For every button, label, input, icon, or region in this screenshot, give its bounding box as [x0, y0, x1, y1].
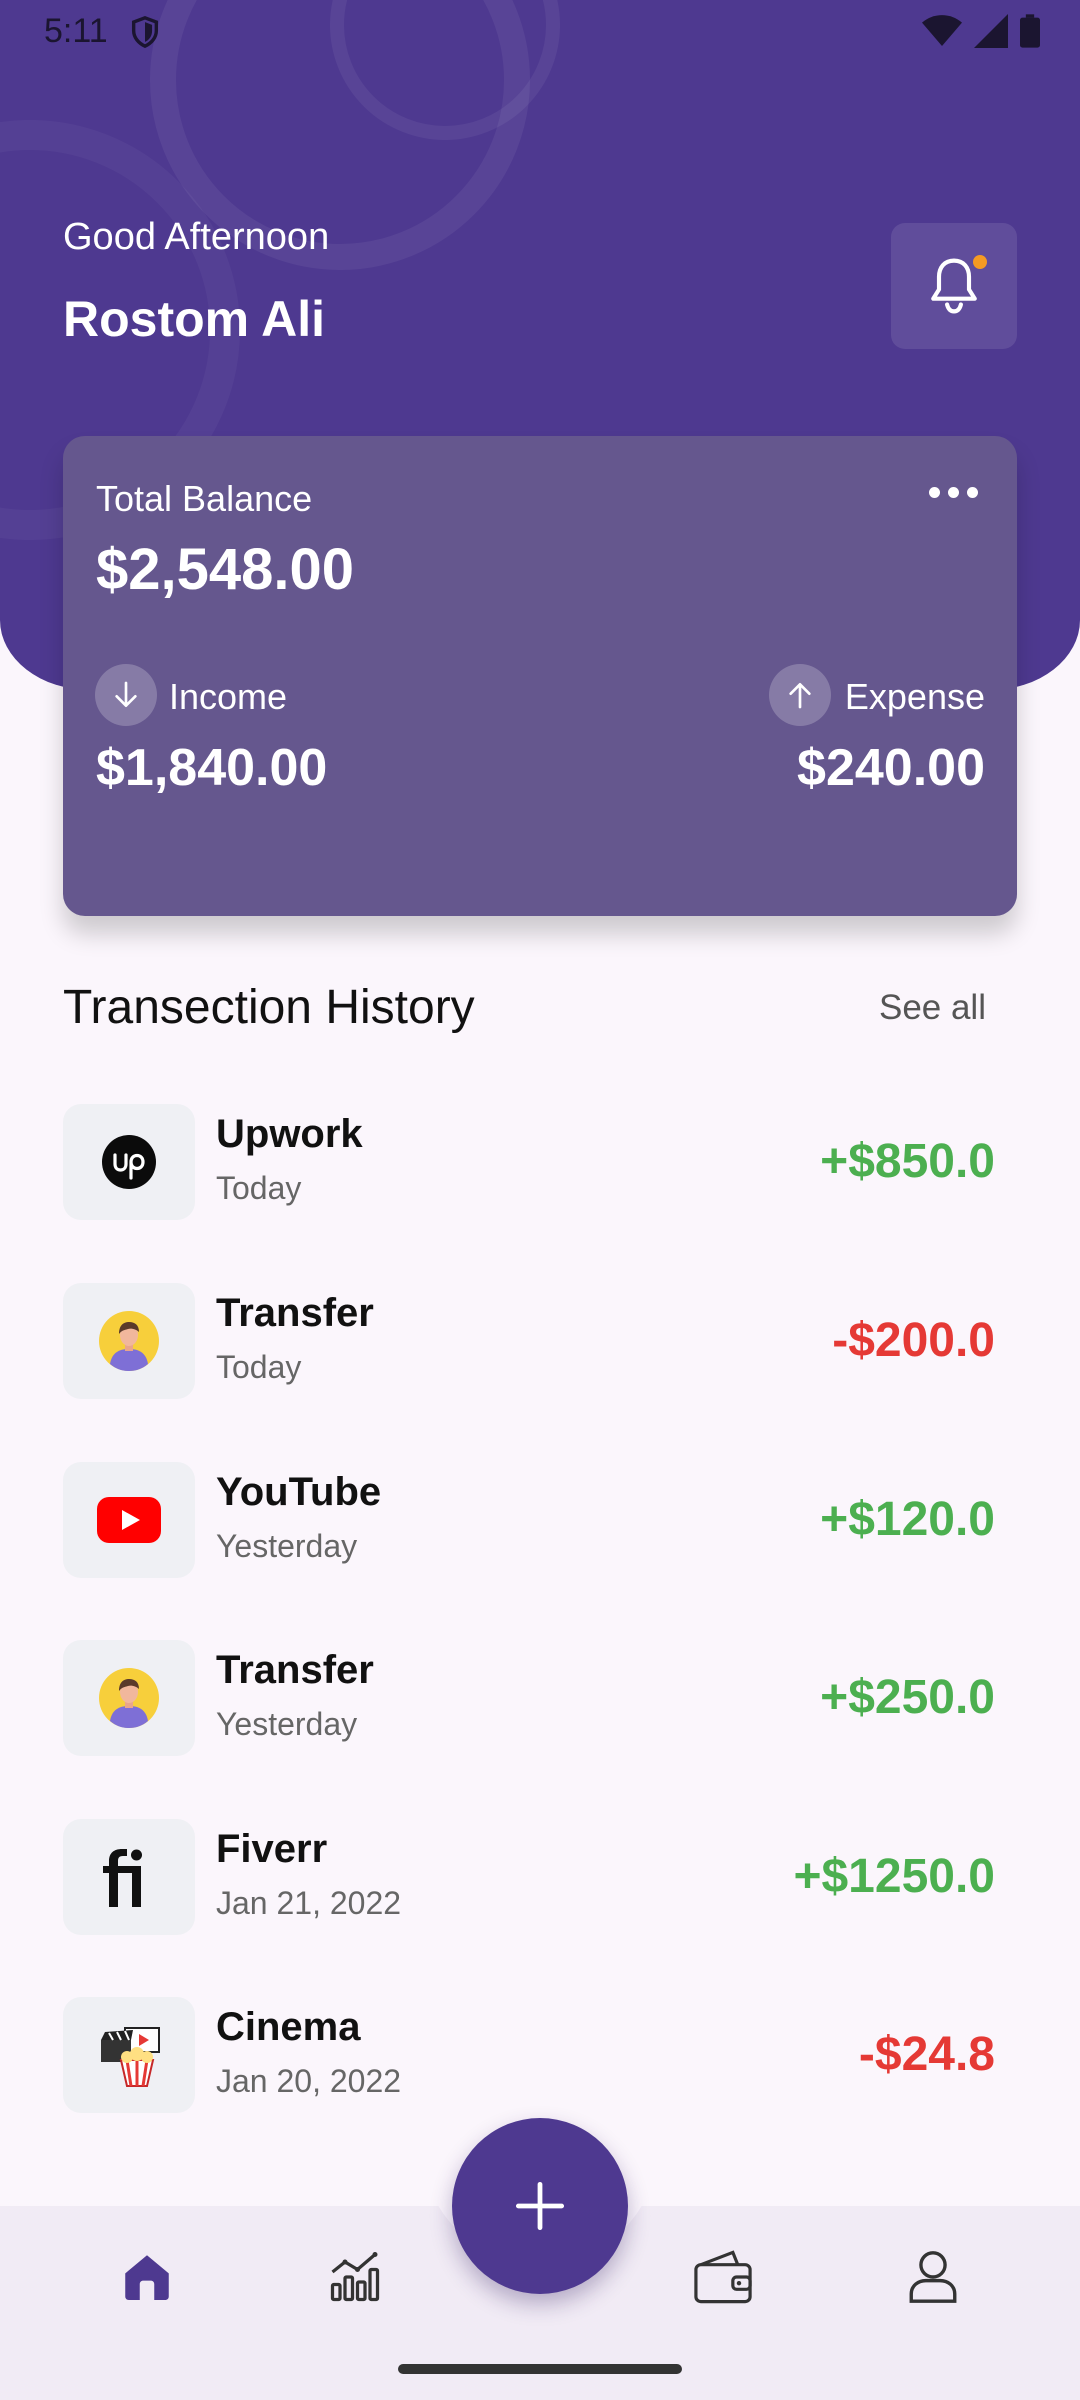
user-name: Rostom Ali — [63, 291, 326, 347]
upwork-logo-icon — [63, 1104, 195, 1220]
see-all-link[interactable]: See all — [879, 988, 986, 1028]
balance-card: Total Balance $2,548.00 Income $1,840.00… — [63, 436, 1017, 916]
transaction-item[interactable]: Transfer Yesterday +$250.0 — [63, 1640, 995, 1756]
add-transaction-button[interactable] — [452, 2118, 628, 2294]
nav-profile[interactable] — [898, 2242, 968, 2312]
transaction-date: Today — [216, 1170, 302, 1206]
wifi-icon — [922, 15, 962, 46]
nav-home[interactable] — [112, 2242, 182, 2312]
cinema-icon — [63, 1997, 195, 2113]
transaction-date: Jan 21, 2022 — [216, 1885, 402, 1921]
transaction-name: Cinema — [216, 2005, 361, 2049]
transaction-date: Yesterday — [216, 1528, 358, 1564]
person-avatar-icon — [63, 1283, 195, 1399]
transaction-name: YouTube — [216, 1470, 382, 1514]
transaction-name: Upwork — [216, 1112, 363, 1156]
notification-button[interactable] — [891, 223, 1017, 349]
transaction-amount: -$200.0 — [832, 1314, 995, 1367]
dot — [967, 486, 978, 498]
transaction-name: Fiverr — [216, 1827, 328, 1871]
more-options-button[interactable] — [929, 482, 985, 502]
status-bar: 5:11 — [0, 0, 1080, 64]
youtube-logo-icon — [63, 1462, 195, 1578]
transaction-name: Transfer — [216, 1648, 374, 1692]
transaction-amount: +$120.0 — [820, 1493, 995, 1546]
transaction-item[interactable]: Fiverr Jan 21, 2022 +$1250.0 — [63, 1819, 995, 1935]
fiverr-logo-icon — [63, 1819, 195, 1935]
section-title: Transection History — [63, 981, 475, 1034]
income-value: $1,840.00 — [96, 739, 328, 797]
transaction-item[interactable]: Cinema Jan 20, 2022 -$24.8 — [63, 1997, 995, 2113]
total-balance-value: $2,548.00 — [96, 537, 355, 602]
status-icons — [922, 14, 1040, 48]
transaction-item[interactable]: Transfer Today -$200.0 — [63, 1283, 995, 1399]
chart-icon — [330, 2252, 380, 2302]
gesture-bar — [398, 2364, 682, 2374]
signal-icon — [974, 14, 1008, 48]
nav-wallet[interactable] — [688, 2242, 758, 2312]
nav-statistics[interactable] — [320, 2242, 390, 2312]
transaction-date: Today — [216, 1349, 302, 1385]
transaction-amount: +$1250.0 — [793, 1850, 995, 1903]
transaction-item[interactable]: Upwork Today +$850.0 — [63, 1104, 995, 1220]
transaction-amount: -$24.8 — [858, 2028, 995, 2081]
expense-label: Expense — [844, 676, 985, 717]
transaction-amount: +$850.0 — [820, 1135, 995, 1188]
add-icon — [515, 2181, 565, 2231]
profile-icon — [909, 2251, 957, 2303]
shield-icon — [131, 16, 159, 49]
dot — [948, 486, 959, 498]
greeting-text: Good Afternoon — [63, 216, 330, 258]
wallet-icon — [694, 2250, 752, 2304]
income-label: Income — [169, 676, 288, 717]
arrow-up-icon — [769, 664, 831, 726]
arrow-down-icon — [95, 664, 157, 726]
transaction-date: Jan 20, 2022 — [216, 2063, 402, 2099]
expense-value: $240.00 — [797, 739, 985, 797]
transaction-name: Transfer — [216, 1291, 374, 1335]
notification-dot — [973, 255, 987, 269]
total-balance-label: Total Balance — [96, 478, 313, 519]
transaction-item[interactable]: YouTube Yesterday +$120.0 — [63, 1462, 995, 1578]
battery-icon — [1020, 14, 1040, 48]
transaction-amount: +$250.0 — [820, 1671, 995, 1724]
person-avatar-icon — [63, 1640, 195, 1756]
home-icon — [125, 2255, 169, 2300]
dot — [929, 486, 940, 498]
status-time: 5:11 — [44, 12, 108, 50]
transaction-date: Yesterday — [216, 1706, 358, 1742]
